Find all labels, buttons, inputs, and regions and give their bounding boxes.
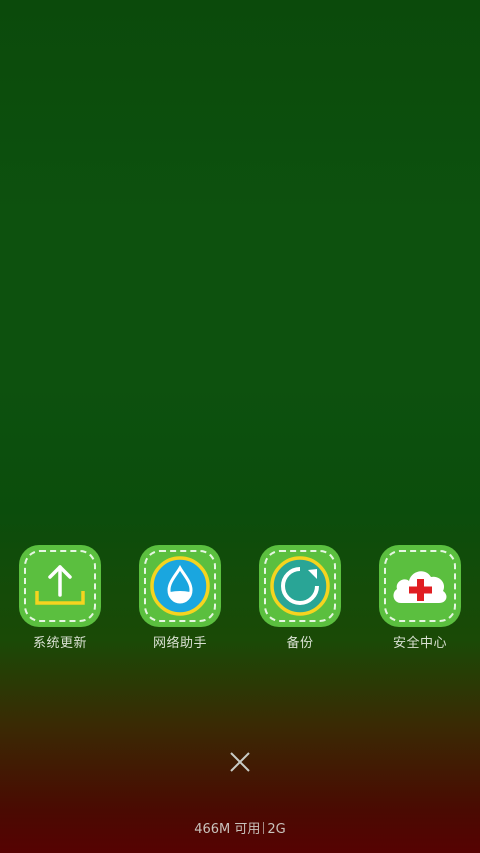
cloud-cross-icon [393,571,447,603]
backup-app-icon[interactable] [259,545,341,627]
memory-status: 466M 可用 2G [0,818,480,837]
app-backup[interactable]: 备份 [240,545,360,651]
app-label: 安全中心 [392,636,447,651]
app-network-assistant[interactable]: 网络助手 [120,545,240,651]
close-icon [230,752,250,772]
refresh-icon [270,556,330,616]
recent-apps-screen: 系统更新 网络助手 备份 安全中心 466M 可用 2G [0,0,480,853]
system-update-app-icon[interactable] [19,545,101,627]
network-assistant-app-icon[interactable] [139,545,221,627]
app-label: 网络助手 [152,636,207,651]
app-security-center[interactable]: 安全中心 [360,545,480,651]
memory-total: 2G [267,822,286,837]
close-all-button[interactable] [226,748,254,776]
security-center-app-icon[interactable] [379,545,461,627]
water-drop-icon [150,556,210,616]
quick-apps-row: 系统更新 网络助手 备份 安全中心 [0,545,480,655]
upload-icon [35,565,85,605]
memory-available: 466M 可用 [194,822,261,837]
app-label: 备份 [286,636,314,651]
separator [263,822,265,834]
app-label: 系统更新 [32,636,87,651]
app-system-update[interactable]: 系统更新 [0,545,120,651]
